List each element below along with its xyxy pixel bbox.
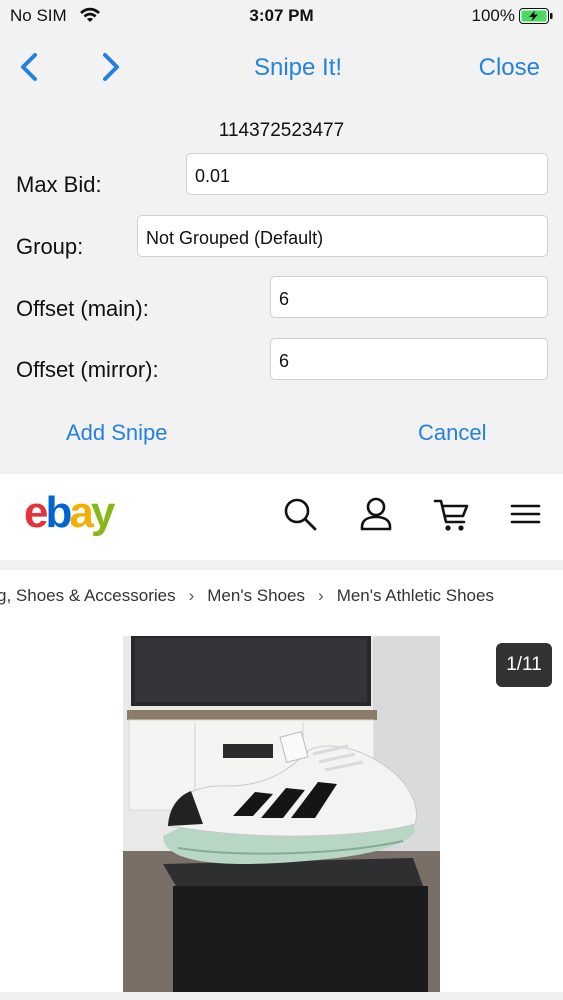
max-bid-value: 0.01 bbox=[195, 166, 231, 186]
bottom-divider bbox=[0, 992, 563, 1000]
logo-letter: e bbox=[24, 488, 49, 537]
offset-main-label: Offset (main): bbox=[16, 296, 149, 321]
logo-letter: y bbox=[90, 488, 116, 537]
status-bar: No SIM 3:07 PM 100% bbox=[0, 0, 563, 32]
max-bid-input[interactable]: 0.01 bbox=[186, 153, 548, 195]
battery-charging-icon bbox=[519, 8, 553, 29]
logo-letter: b bbox=[45, 488, 72, 537]
battery-percent: 100% bbox=[471, 6, 515, 25]
breadcrumb-item[interactable]: Men's Shoes bbox=[207, 586, 305, 605]
add-snipe-button[interactable]: Add Snipe bbox=[66, 420, 168, 446]
divider bbox=[0, 560, 563, 570]
product-image[interactable] bbox=[123, 636, 440, 992]
ebay-logo[interactable]: ebay bbox=[24, 488, 116, 538]
chevron-right-icon: › bbox=[188, 586, 195, 605]
logo-letter: a bbox=[69, 488, 94, 537]
offset-mirror-input[interactable]: 6 bbox=[270, 338, 548, 380]
chevron-right-icon: › bbox=[318, 586, 324, 605]
breadcrumb: g, Shoes & Accessories › Men's Shoes › Men's… bbox=[0, 586, 494, 606]
max-bid-label: Max Bid: bbox=[16, 172, 102, 197]
ebay-header: ebay bbox=[0, 474, 563, 561]
offset-mirror-label: Offset (mirror): bbox=[16, 357, 159, 382]
cart-icon[interactable] bbox=[432, 494, 472, 534]
offset-main-input[interactable]: 6 bbox=[270, 276, 548, 318]
group-select[interactable]: Not Grouped (Default) bbox=[137, 215, 548, 257]
item-id: 114372523477 bbox=[218, 120, 345, 141]
menu-icon[interactable] bbox=[506, 494, 546, 534]
offset-main-value: 6 bbox=[279, 289, 290, 309]
offset-mirror-value: 6 bbox=[279, 351, 290, 371]
account-icon[interactable] bbox=[356, 494, 396, 534]
snipe-panel: Snipe It! Close 114372523477 Max Bid: 0.… bbox=[0, 32, 563, 474]
breadcrumb-item[interactable]: Men's Athletic Shoes bbox=[337, 586, 494, 605]
group-label: Group: bbox=[16, 234, 84, 259]
image-counter: 1/11 bbox=[496, 643, 552, 687]
cancel-button[interactable]: Cancel bbox=[418, 420, 486, 446]
breadcrumb-item[interactable]: g, Shoes & Accessories bbox=[0, 586, 176, 605]
group-value: Not Grouped (Default) bbox=[146, 228, 324, 248]
close-button[interactable]: Close bbox=[479, 54, 540, 82]
search-icon[interactable] bbox=[280, 494, 320, 534]
